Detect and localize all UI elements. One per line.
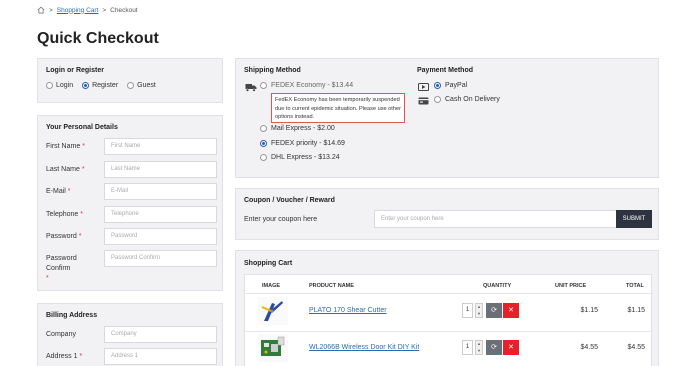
refresh-quantity-button[interactable]: ⟳ [486, 340, 502, 355]
shipping-method-title: Shipping Method [244, 67, 301, 74]
shipping-option-dhl-express[interactable]: DHL Express - $13.24 [260, 154, 340, 161]
field-label: Telephone * [46, 211, 83, 218]
payment-option-cash-on-delivery[interactable]: Cash On Delivery [434, 96, 500, 103]
coupon-input[interactable]: Enter your coupon here [374, 210, 617, 228]
billing-address-panel: Billing Address Company Company Address … [37, 303, 223, 366]
field-label: Password * [46, 233, 82, 240]
breadcrumb: > Shopping Cart > Checkout [37, 6, 138, 14]
product-image-door-kit[interactable] [258, 334, 288, 362]
row-divider [245, 293, 653, 294]
email-input[interactable]: E-Mail [104, 183, 217, 200]
line-total: $1.15 [627, 307, 645, 314]
radio-label: Login [56, 82, 74, 89]
paypal-icon [418, 83, 429, 91]
column-header-product: PRODUCT NAME [309, 283, 354, 289]
breadcrumb-separator: > [49, 6, 53, 14]
line-total: $4.55 [627, 344, 645, 351]
address1-input[interactable]: Address 1 [104, 348, 217, 365]
option-label: FEDEX priority - $14.69 [271, 140, 345, 147]
shipping-option-fedex-priority[interactable]: FEDEX priority - $14.69 [260, 140, 345, 147]
account-type-options: Login Register Guest [46, 82, 163, 91]
refresh-quantity-button[interactable]: ⟳ [486, 303, 502, 318]
quantity-stepper[interactable]: ▲ ▼ [475, 303, 483, 318]
radio-circle[interactable] [46, 82, 53, 89]
last-name-input[interactable]: Last Name [104, 161, 217, 178]
coupon-submit-button[interactable]: SUBMIT [616, 210, 652, 228]
radio-circle[interactable] [82, 82, 90, 89]
company-input[interactable]: Company [104, 326, 217, 343]
remove-item-button[interactable]: ✕ [503, 303, 519, 318]
breadcrumb-link-shopping-cart[interactable]: Shopping Cart [57, 7, 99, 14]
field-label: Last Name * [46, 166, 85, 173]
shipping-option-mail-express[interactable]: Mail Express - $2.00 [260, 125, 335, 132]
option-label: FEDEX Economy - $13.44 [271, 82, 354, 89]
shopping-cart-panel: Shopping Cart IMAGE PRODUCT NAME QUANTIT… [235, 250, 659, 366]
shipping-payment-panel: Shipping Method Payment Method FEDEX Eco… [235, 58, 659, 178]
radio-circle[interactable] [260, 154, 267, 161]
row-divider [245, 331, 653, 332]
radio-circle[interactable] [127, 82, 135, 89]
cash-icon [418, 97, 429, 105]
option-label: Cash On Delivery [445, 96, 500, 103]
option-label: PayPal [445, 82, 468, 89]
home-icon[interactable] [37, 6, 45, 14]
panel-title: Shopping Cart [244, 260, 293, 267]
quantity-input[interactable]: 1 [462, 303, 473, 318]
product-image-shear-cutter[interactable] [258, 297, 288, 325]
radio-circle[interactable] [434, 96, 441, 103]
breadcrumb-current: Checkout [110, 6, 138, 14]
unit-price: $1.15 [580, 307, 598, 314]
field-label: Company [46, 331, 76, 338]
truck-icon [245, 84, 257, 92]
panel-title: Your Personal Details [46, 124, 118, 131]
column-header-quantity: QUANTITY [483, 283, 512, 289]
unit-price: $4.55 [580, 344, 598, 351]
column-header-unit-price: UNIT PRICE [555, 283, 587, 289]
radio-login[interactable]: Login [46, 82, 73, 89]
breadcrumb-separator: > [102, 6, 107, 14]
field-label: First Name * [46, 143, 85, 150]
password-input[interactable]: Password [104, 228, 217, 245]
radio-guest[interactable]: Guest [127, 82, 156, 89]
panel-title: Billing Address [46, 312, 98, 319]
login-register-panel: Login or Register Login Register Guest [37, 58, 223, 103]
radio-circle[interactable] [260, 125, 267, 132]
coupon-label: Enter your coupon here [244, 216, 318, 223]
remove-item-button[interactable]: ✕ [503, 340, 519, 355]
radio-label: Register [92, 82, 119, 89]
quantity-input[interactable]: 1 [462, 340, 473, 355]
page-title: Quick Checkout [37, 30, 159, 47]
field-label: Password Confirm * [46, 255, 77, 283]
coupon-panel: Coupon / Voucher / Reward Enter your cou… [235, 188, 659, 240]
option-label: DHL Express - $13.24 [271, 154, 340, 161]
payment-option-paypal[interactable]: PayPal [434, 82, 467, 89]
shipping-option-fedex-economy[interactable]: FEDEX Economy - $13.44 [260, 82, 353, 89]
product-link[interactable]: PLATO 170 Shear Cutter [309, 307, 387, 314]
column-header-image: IMAGE [262, 283, 281, 289]
quantity-stepper[interactable]: ▲ ▼ [475, 340, 483, 355]
personal-details-panel: Your Personal Details First Name * First… [37, 115, 223, 291]
field-label: Address 1 * [46, 353, 83, 360]
panel-title: Login or Register [46, 67, 104, 74]
first-name-input[interactable]: First Name [104, 138, 217, 155]
column-header-total: TOTAL [626, 283, 644, 289]
payment-method-title: Payment Method [417, 67, 474, 74]
cart-table: IMAGE PRODUCT NAME QUANTITY UNIT PRICE T… [244, 274, 653, 366]
radio-register[interactable]: Register [82, 82, 118, 89]
option-label: Mail Express - $2.00 [271, 125, 335, 132]
field-label: E-Mail * [46, 188, 71, 195]
radio-circle[interactable] [260, 140, 267, 147]
shipping-warning-message: FedEX Economy has been temporarily suspe… [271, 93, 405, 123]
radio-label: Guest [137, 82, 156, 89]
product-link[interactable]: WL2066B Wireless Door Kit DIY Kit [309, 344, 419, 351]
radio-circle[interactable] [434, 82, 441, 89]
password-confirm-input[interactable]: Password Confirm [104, 250, 217, 267]
telephone-input[interactable]: Telephone [104, 206, 217, 223]
radio-circle[interactable] [260, 82, 267, 89]
panel-title: Coupon / Voucher / Reward [244, 197, 335, 204]
